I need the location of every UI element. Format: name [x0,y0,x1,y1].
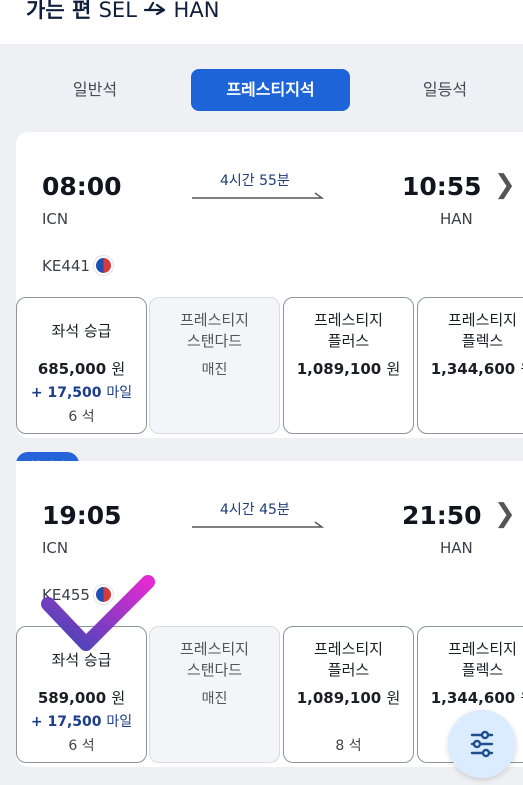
fare-name-line1: 프레스티지 [447,640,517,658]
fare-price-value: 1,089,100 [296,360,382,378]
tab-first[interactable]: 일등석 [394,69,496,111]
fare-option-prestige-standard: 프레스티지 스탠다드 매진 [149,297,280,434]
flight-card-ke441[interactable]: 08:00 ICN 4시간 55분 10:55 HAN ❯ KE441 좌석 승… [16,132,523,438]
flight-number-text: KE441 [42,257,90,275]
fare-name-line2: 플러스 [327,332,370,350]
seats-remaining: 6 석 [68,738,95,754]
departure-time: 08:00 [42,172,122,201]
fare-price-value: 1,089,100 [296,689,382,707]
route-destination: HAN [173,0,220,22]
fare-name-line1: 프레스티지 [179,311,249,329]
fare-price-unit: 원 [386,689,401,707]
fare-miles: + 17,500 마일 [17,711,146,731]
filter-sliders-icon [470,730,494,758]
fare-price-unit: 원 [111,689,126,707]
origin-code: ICN [42,210,69,228]
fare-price-value: 589,000 [37,689,107,707]
fare-name-line1: 프레스티지 [313,311,383,329]
fare-price-unit: 원 [386,360,401,378]
plane-icon [144,1,166,16]
fare-option-prestige-standard: 프레스티지 스탠다드 매진 [149,626,280,763]
tab-economy[interactable]: 일반석 [44,69,146,111]
chevron-right-icon[interactable]: ❯ [494,499,516,529]
fare-name-line1: 프레스티지 [313,640,383,658]
fare-price: 1,089,100 원 [284,358,413,379]
cabin-tabs: 일반석 프레스티지석 일등석 [0,66,523,114]
fare-option-prestige-plus[interactable]: 프레스티지 플러스 1,089,100 원 8 석 [283,626,414,763]
fare-option-prestige-plus[interactable]: 프레스티지 플러스 1,089,100 원 [283,297,414,434]
seats-remaining: 8 석 [335,738,362,754]
fare-option-prestige-flex[interactable]: 프레스티지 플렉스 1,344,600 원 [417,297,523,434]
route-arrow-icon [192,521,324,528]
fare-name-line1: 프레스티지 [179,640,249,658]
korean-air-logo-icon [93,256,113,275]
chevron-right-icon[interactable]: ❯ [494,170,516,200]
fare-name-line1: 프레스티지 [447,311,517,329]
sold-out-status: 매진 [201,362,228,378]
fare-name-line2: 플러스 [327,661,370,679]
sold-out-status: 매진 [201,691,228,707]
fare-price-value: 1,344,600 [430,360,516,378]
fare-miles-value: + 17,500 [30,714,102,730]
fare-miles-unit: 마일 [106,385,133,401]
fare-miles-value: + 17,500 [30,385,102,401]
flight-number: KE441 [42,256,113,275]
fare-price: 1,089,100 원 [284,687,413,708]
checkmark-watermark-icon [41,575,155,651]
tab-prestige[interactable]: 프레스티지석 [191,69,350,111]
origin-code: ICN [42,539,69,557]
seats-remaining: 6 석 [68,409,95,425]
arrival-time: 21:50 [402,501,482,530]
fare-price-value: 1,344,600 [430,689,516,707]
route-origin: SEL [98,0,137,22]
fare-option-upgrade[interactable]: 좌석 승급 685,000 원 + 17,500 마일 6 석 [16,297,147,434]
route-arrow-icon [192,192,324,199]
route-title: 가는 편 SEL HAN [26,0,219,24]
top-bar: 가는 편 SEL HAN [0,0,523,44]
fare-price-value: 685,000 [37,360,107,378]
flight-duration: 4시간 55분 [220,173,290,189]
fare-name: 좌석 승급 [51,322,112,340]
fare-price: 685,000 원 [17,358,146,379]
fare-miles-unit: 마일 [106,714,133,730]
fare-name-line2: 스탠다드 [186,332,243,350]
route-direction-label: 가는 편 [26,0,92,22]
destination-code: HAN [440,210,473,228]
arrival-time: 10:55 [402,172,482,201]
fare-name-line2: 플렉스 [461,332,504,350]
fare-miles: + 17,500 마일 [17,382,146,402]
fare-price: 1,344,600 원 [418,358,523,379]
destination-code: HAN [440,539,473,557]
fare-price-unit: 원 [111,360,126,378]
filter-button[interactable] [448,710,516,778]
flight-duration: 4시간 45분 [220,502,290,518]
fare-price: 589,000 원 [17,687,146,708]
departure-time: 19:05 [42,501,122,530]
fare-name-line2: 스탠다드 [186,661,243,679]
fare-name-line2: 플렉스 [461,661,504,679]
fare-price: 1,344,600 원 [418,687,523,708]
